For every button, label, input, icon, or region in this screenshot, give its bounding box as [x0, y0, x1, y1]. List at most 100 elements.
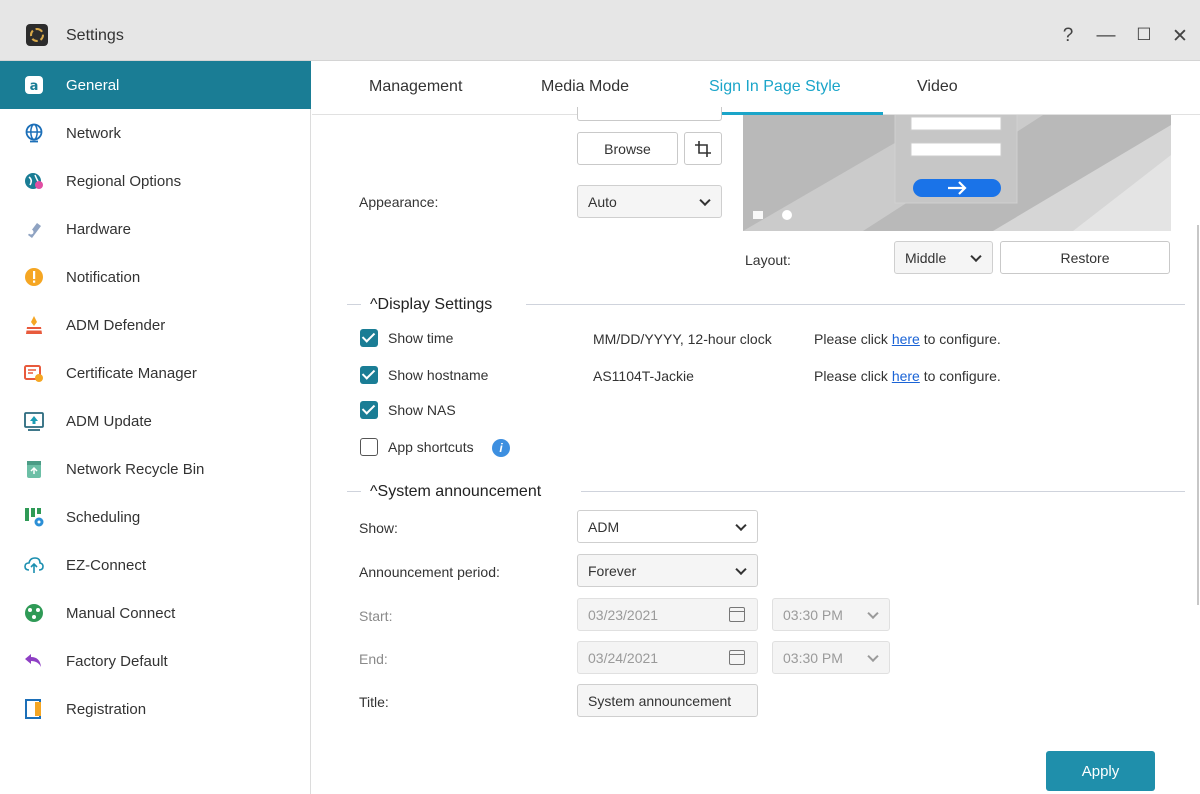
- collapse-caret-icon: ^: [370, 483, 378, 500]
- end-time-value: 03:30 PM: [783, 649, 843, 666]
- sidebar-item-label: Network Recycle Bin: [66, 460, 205, 478]
- sidebar-item-label: Registration: [66, 700, 147, 718]
- browse-button[interactable]: Browse: [577, 132, 678, 165]
- minimize-icon[interactable]: —: [1094, 25, 1118, 47]
- sidebar-item-label: Hardware: [66, 220, 132, 238]
- start-time-select[interactable]: 03:30 PM: [772, 598, 890, 631]
- show-select[interactable]: ADM: [577, 510, 758, 543]
- end-date-field[interactable]: 03/24/2021: [577, 641, 758, 674]
- sidebar-item-adm-defender[interactable]: ADM Defender: [0, 301, 311, 349]
- system-announcement-header[interactable]: ^System announcement: [370, 483, 541, 501]
- end-date-value: 03/24/2021: [588, 649, 659, 666]
- start-time-value: 03:30 PM: [783, 606, 843, 623]
- info-icon[interactable]: i: [492, 439, 510, 457]
- update-icon: [24, 411, 44, 431]
- appearance-value: Auto: [588, 193, 617, 210]
- sidebar-item-label: Factory Default: [66, 652, 168, 670]
- hardware-icon: [24, 219, 44, 239]
- tab-bar: Management Media Mode Sign In Page Style…: [312, 61, 1200, 115]
- start-date-field[interactable]: 03/23/2021: [577, 598, 758, 631]
- display-settings-header[interactable]: ^Display Settings: [370, 296, 492, 314]
- sidebar-item-hardware[interactable]: Hardware: [0, 205, 311, 253]
- certificate-icon: [24, 363, 44, 383]
- registration-icon: [24, 699, 44, 719]
- time-config-hint: Please click here to configure.: [814, 331, 1001, 347]
- display-settings-title: Display Settings: [377, 296, 493, 313]
- manual-connect-icon: [24, 603, 44, 623]
- calendar-icon[interactable]: [729, 607, 745, 622]
- hostname-config-link[interactable]: here: [892, 368, 920, 384]
- sidebar-item-label: Certificate Manager: [66, 364, 197, 382]
- start-date-value: 03/23/2021: [588, 606, 659, 623]
- sidebar-item-label: General: [66, 76, 120, 94]
- cloud-icon: [24, 555, 44, 575]
- crop-button[interactable]: [684, 132, 722, 165]
- sidebar-item-label: EZ-Connect: [66, 556, 147, 574]
- show-hostname-label: Show hostname: [388, 367, 489, 383]
- sidebar-item-label: ADM Defender: [66, 316, 166, 334]
- close-icon[interactable]: ✕: [1168, 25, 1192, 48]
- sign-in-preview: [743, 115, 1171, 231]
- crop-icon: [695, 140, 711, 157]
- globe-icon: [24, 123, 44, 143]
- announcement-period-label: Announcement period:: [359, 564, 500, 580]
- show-hostname-checkbox[interactable]: [360, 366, 378, 384]
- end-time-select[interactable]: 03:30 PM: [772, 641, 890, 674]
- image-path-field[interactable]: [577, 107, 722, 121]
- title-input[interactable]: System announcement: [577, 684, 758, 717]
- sidebar-item-network[interactable]: Network: [0, 109, 311, 157]
- collapse-caret-icon: ^: [370, 296, 378, 313]
- sidebar-item-general[interactable]: a General: [0, 61, 311, 109]
- sidebar-item-label: Regional Options: [66, 172, 182, 190]
- undo-icon: [24, 651, 44, 671]
- calendar-icon[interactable]: [729, 650, 745, 665]
- announcement-period-value: Forever: [588, 562, 637, 579]
- sidebar-item-scheduling[interactable]: Scheduling: [0, 493, 311, 541]
- maximize-icon[interactable]: ☐: [1132, 25, 1156, 45]
- sidebar-item-notification[interactable]: Notification: [0, 253, 311, 301]
- restore-button[interactable]: Restore: [1000, 241, 1170, 274]
- sidebar-item-ez-connect[interactable]: EZ-Connect: [0, 541, 311, 589]
- help-icon[interactable]: ?: [1056, 25, 1080, 47]
- hostname-config-hint: Please click here to configure.: [814, 368, 1001, 384]
- show-time-label: Show time: [388, 330, 454, 346]
- section-divider: [526, 304, 1185, 305]
- show-time-checkbox[interactable]: [360, 329, 378, 347]
- sidebar-item-factory-default[interactable]: Factory Default: [0, 637, 311, 685]
- appearance-label: Appearance:: [359, 194, 439, 210]
- show-nas-label: Show NAS: [388, 402, 456, 418]
- sign-in-page-style-panel: Browse Appearance: Auto Layout: Middle R…: [312, 107, 1200, 794]
- sidebar-item-regional-options[interactable]: Regional Options: [0, 157, 311, 205]
- app-shortcuts-checkbox[interactable]: [360, 438, 378, 456]
- layout-label: Layout:: [745, 252, 791, 268]
- sidebar-item-label: Network: [66, 124, 122, 142]
- show-value: ADM: [588, 518, 620, 535]
- announcement-period-select[interactable]: Forever: [577, 554, 758, 587]
- tab-media-mode[interactable]: Media Mode: [541, 78, 629, 96]
- sidebar-item-manual-connect[interactable]: Manual Connect: [0, 589, 311, 637]
- title-label: Title:: [359, 694, 389, 710]
- sidebar-item-label: ADM Update: [66, 412, 152, 430]
- sidebar-item-network-recycle-bin[interactable]: Network Recycle Bin: [0, 445, 311, 493]
- time-config-link[interactable]: here: [892, 331, 920, 347]
- apply-button[interactable]: Apply: [1046, 751, 1155, 791]
- tab-video[interactable]: Video: [917, 78, 958, 96]
- sidebar-item-label: Manual Connect: [66, 604, 176, 622]
- layout-select[interactable]: Middle: [894, 241, 993, 274]
- appearance-select[interactable]: Auto: [577, 185, 722, 218]
- title-bar: Settings ? — ☐ ✕: [0, 0, 1200, 61]
- tab-management[interactable]: Management: [369, 78, 462, 96]
- recycle-bin-icon: [24, 459, 44, 479]
- sidebar: a General Network Regional Options Hardw…: [0, 61, 311, 794]
- show-nas-checkbox[interactable]: [360, 401, 378, 419]
- scrollbar[interactable]: [1197, 225, 1199, 605]
- end-label: End:: [359, 651, 388, 667]
- scheduling-icon: [24, 507, 44, 527]
- tab-sign-in-page-style[interactable]: Sign In Page Style: [709, 78, 841, 96]
- sidebar-item-registration[interactable]: Registration: [0, 685, 311, 733]
- svg-text:a: a: [30, 79, 39, 94]
- window-title: Settings: [66, 27, 124, 44]
- start-label: Start:: [359, 608, 393, 624]
- sidebar-item-adm-update[interactable]: ADM Update: [0, 397, 311, 445]
- sidebar-item-certificate-manager[interactable]: Certificate Manager: [0, 349, 311, 397]
